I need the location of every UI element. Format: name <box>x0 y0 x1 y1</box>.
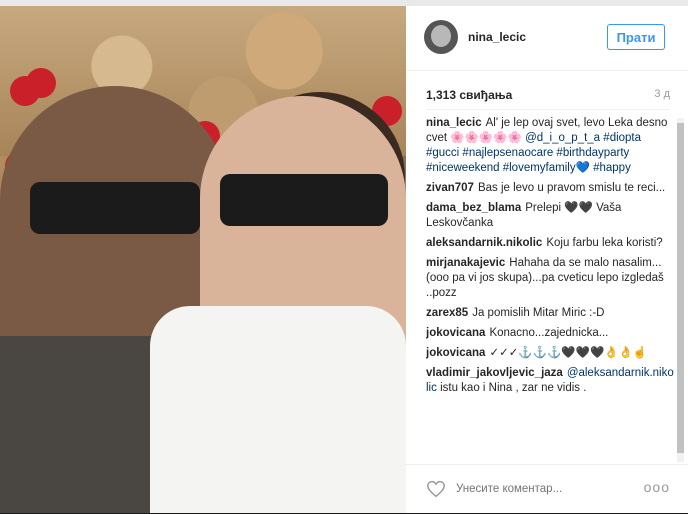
caption-comment: nina_lecic Al' je lep ovaj svet, levo Lek… <box>426 116 674 176</box>
post-time[interactable]: 3 д <box>654 88 670 100</box>
list-item: zivan707 Bas je levo u pravom smislu te r… <box>426 181 674 196</box>
man-sunglasses <box>30 182 200 234</box>
list-item: jokovicana Konacno...zajednicka... <box>426 326 674 341</box>
heart-icon[interactable] <box>426 480 446 498</box>
list-item: dama_bez_blama Prelepi 🖤🖤 Vaša Leskovčank… <box>426 201 674 231</box>
comment-input[interactable] <box>454 477 638 501</box>
woman-shirt <box>150 306 406 513</box>
list-item: vladimir_jakovljevic_jaza @aleksandarnik.… <box>426 366 674 396</box>
instagram-post-window: nina_lecic Прати 1,313 свиђања 3 д nina_… <box>0 0 688 513</box>
comment-text: ✓✓✓⚓⚓⚓🖤🖤🖤👌👌☝ <box>489 347 648 359</box>
list-item: mirjanakajevic Hahaha da se malo nasalim.… <box>426 256 674 301</box>
comments-scrollbar[interactable] <box>677 118 684 462</box>
comment-text: Koju farbu leka koristi? <box>546 237 663 249</box>
post-footer: ooo <box>406 464 688 514</box>
comment-text: Ja pomislih Mitar Miric :-D <box>472 307 605 319</box>
comment-author[interactable]: vladimir_jakovljevic_jaza <box>426 367 563 379</box>
comment-text: Konacno...zajednicka... <box>489 327 609 339</box>
comment-author[interactable]: zivan707 <box>426 182 474 194</box>
comment-author[interactable]: mirjanakajevic <box>426 257 505 269</box>
comment-author[interactable]: dama_bez_blama <box>426 202 521 214</box>
comment-author[interactable]: zarex85 <box>426 307 468 319</box>
divider <box>426 109 670 110</box>
red-flower <box>26 68 56 98</box>
list-item: zarex85 Ja pomislih Mitar Miric :-D <box>426 306 674 321</box>
likes-count[interactable]: 1,313 свиђања <box>426 88 512 102</box>
post-header: nina_lecic Прати <box>406 6 688 71</box>
list-item: aleksandarnik.nikolic Koju farbu leka kor… <box>426 236 674 251</box>
avatar[interactable] <box>424 20 458 54</box>
woman-sunglasses <box>220 174 388 226</box>
post-side-panel: nina_lecic Прати 1,313 свиђања 3 д nina_… <box>406 6 688 513</box>
follow-button[interactable]: Прати <box>607 24 665 50</box>
more-options-icon[interactable]: ooo <box>644 479 670 495</box>
comment-text: istu kao i Nina , zar ne vidis . <box>440 382 587 394</box>
scrollbar-thumb[interactable] <box>677 123 684 453</box>
comments-list: nina_lecic Al' je lep ovaj svet, levo Lek… <box>426 116 674 461</box>
comment-author[interactable]: jokovicana <box>426 347 485 359</box>
comment-mention[interactable]: @d_i_o_p_t_a <box>525 132 600 144</box>
comment-text: Bas je levo u pravom smislu te reci... <box>477 182 666 194</box>
comment-author[interactable]: aleksandarnik.nikolic <box>426 237 542 249</box>
comment-author[interactable]: jokovicana <box>426 327 485 339</box>
username-link[interactable]: nina_lecic <box>468 30 526 44</box>
post-photo <box>0 6 406 513</box>
comment-author[interactable]: nina_lecic <box>426 117 482 129</box>
list-item: jokovicana ✓✓✓⚓⚓⚓🖤🖤🖤👌👌☝ <box>426 346 674 361</box>
